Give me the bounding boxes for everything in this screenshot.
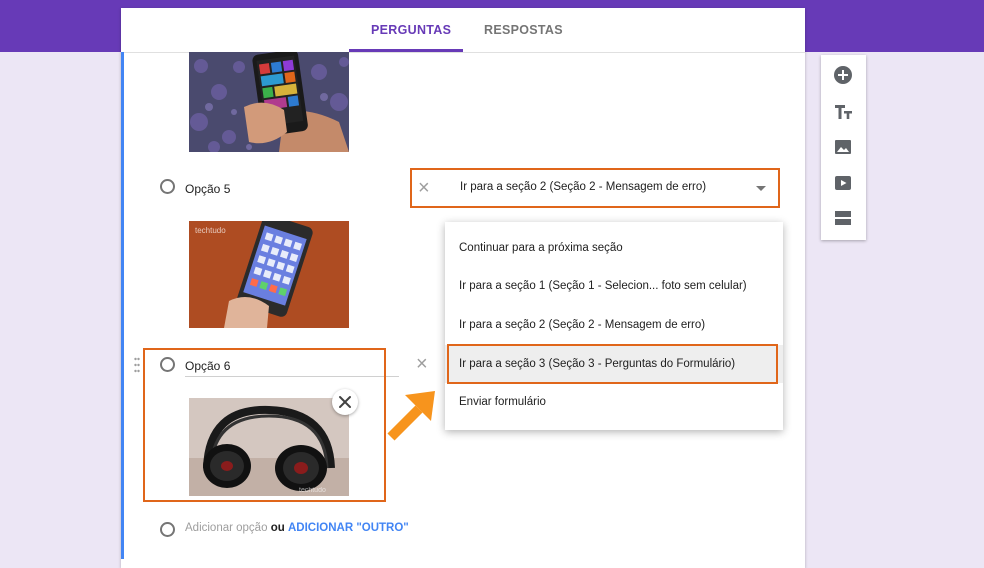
watermark-label-1: techtudo: [195, 226, 226, 235]
drag-handle-icon[interactable]: [134, 357, 140, 373]
add-option-row: Adicionar opção ou ADICIONAR "OUTRO": [185, 522, 409, 534]
option-6-highlight-frame: [143, 348, 386, 502]
question-focus-accent: [121, 52, 124, 559]
dropdown-selected-value: Ir para a seção 2 (Seção 2 - Mensagem de…: [460, 181, 707, 193]
add-other-link[interactable]: ADICIONAR "OUTRO": [288, 522, 409, 534]
chevron-down-icon[interactable]: [756, 186, 766, 191]
option-image-phone-orange: techtudo: [189, 221, 349, 328]
menu-item-submit-form[interactable]: Enviar formulário: [445, 383, 783, 421]
menu-item-highlight-frame: [447, 344, 778, 384]
menu-item-section-1[interactable]: Ir para a seção 1 (Seção 1 - Selecion...…: [445, 267, 783, 305]
video-icon[interactable]: [833, 173, 853, 193]
menu-item-next-section[interactable]: Continuar para a próxima seção: [445, 229, 783, 267]
question-toolbar: [821, 55, 866, 240]
tab-questions[interactable]: PERGUNTAS: [371, 23, 451, 37]
section-dropdown[interactable]: × Ir para a seção 2 (Seção 2 - Mensagem …: [410, 168, 780, 208]
add-option-radio: [160, 522, 175, 537]
add-question-icon[interactable]: [833, 65, 853, 85]
remove-option-6-icon[interactable]: ×: [416, 354, 428, 374]
active-tab-indicator: [349, 49, 463, 52]
section-icon[interactable]: [833, 208, 853, 228]
tab-bar: PERGUNTAS RESPOSTAS: [121, 8, 805, 53]
or-label: ou: [270, 522, 285, 534]
option-5-radio[interactable]: [160, 179, 175, 194]
option-5-label[interactable]: Opção 5: [185, 182, 230, 196]
arrow-annotation-icon: [387, 391, 435, 441]
image-icon[interactable]: [833, 137, 853, 157]
title-text-icon[interactable]: [833, 102, 853, 122]
menu-item-section-2[interactable]: Ir para a seção 2 (Seção 2 - Mensagem de…: [445, 306, 783, 344]
section-dropdown-menu: Continuar para a próxima seção Ir para a…: [445, 222, 783, 430]
remove-option-5-icon[interactable]: ×: [418, 178, 430, 198]
option-image-phone-flowers: [189, 52, 349, 152]
add-option-input[interactable]: Adicionar opção: [185, 522, 267, 534]
tab-responses[interactable]: RESPOSTAS: [484, 23, 563, 37]
